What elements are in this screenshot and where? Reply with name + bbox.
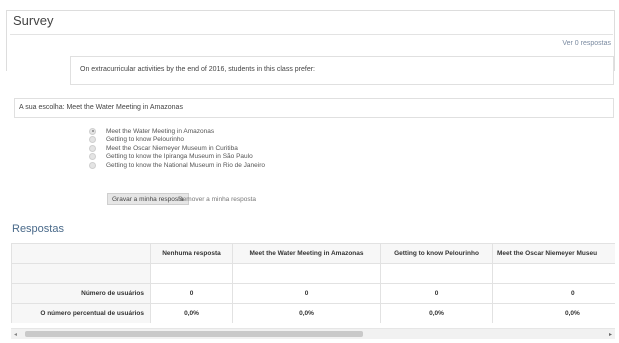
responses-heading: Respostas — [12, 223, 64, 235]
option-label: Getting to know the National Museum in R… — [106, 161, 265, 169]
column-header: Nenhuma resposta — [150, 243, 233, 264]
table-cell: 0,0% — [380, 303, 493, 323]
radio-button[interactable] — [89, 127, 96, 135]
responses-table: Nenhuma resposta Meet the Water Meeting … — [11, 243, 615, 323]
your-choice-text: A sua escolha: Meet the Water Meeting in… — [19, 104, 183, 111]
row-label — [11, 263, 151, 284]
scroll-left-arrow-icon[interactable]: ◂ — [14, 331, 17, 338]
radio-button[interactable] — [89, 153, 96, 161]
table-cell: 0 — [492, 283, 615, 304]
table-row — [11, 263, 615, 284]
table-header-row: Nenhuma resposta Meet the Water Meeting … — [11, 243, 615, 264]
option-label: Meet the Water Meeting in Amazonas — [106, 127, 215, 135]
table-cell: 0,0% — [492, 303, 615, 323]
table-row: O número percentual de usuários 0,0% 0,0… — [11, 303, 615, 323]
table-row: Número de usuários 0 0 0 0 — [11, 283, 615, 304]
table-cell — [150, 263, 233, 284]
remove-response-link[interactable]: Remover a minha resposta — [178, 196, 256, 203]
your-choice-box: A sua escolha: Meet the Water Meeting in… — [14, 98, 614, 118]
column-header: Meet the Water Meeting in Amazonas — [232, 243, 381, 264]
table-cell — [232, 263, 381, 284]
radio-button[interactable] — [89, 144, 96, 152]
question-box: On extracurricular activities by the end… — [70, 56, 614, 85]
option-label: Meet the Oscar Niemeyer Museum in Curiti… — [106, 144, 238, 152]
save-response-button[interactable]: Gravar a minha resposta — [107, 193, 189, 205]
column-header — [11, 243, 151, 264]
row-label: Número de usuários — [11, 283, 151, 304]
table-cell: 0,0% — [232, 303, 381, 323]
table-cell: 0,0% — [150, 303, 233, 323]
table-cell: 0 — [232, 283, 381, 304]
column-header: Meet the Oscar Niemeyer Museu — [492, 243, 615, 264]
answer-options: Meet the Water Meeting in Amazonas Getti… — [89, 127, 265, 170]
option-label: Getting to know the Ipiranga Museum in S… — [106, 153, 253, 161]
column-header: Getting to know Pelourinho — [380, 243, 493, 264]
question-text: On extracurricular activities by the end… — [80, 66, 316, 73]
option-item[interactable]: Meet the Water Meeting in Amazonas — [89, 127, 265, 136]
option-item[interactable]: Getting to know the Ipiranga Museum in S… — [89, 153, 265, 162]
view-responses-link[interactable]: Ver 0 respostas — [562, 40, 611, 47]
table-cell — [492, 263, 615, 284]
horizontal-scrollbar[interactable]: ◂ ▸ — [11, 328, 615, 339]
option-item[interactable]: Meet the Oscar Niemeyer Museum in Curiti… — [89, 144, 265, 153]
table-cell: 0 — [380, 283, 493, 304]
radio-button[interactable] — [89, 136, 96, 144]
option-item[interactable]: Getting to know Pelourinho — [89, 136, 265, 145]
table-cell: 0 — [150, 283, 233, 304]
option-label: Getting to know Pelourinho — [106, 136, 185, 144]
title-divider — [10, 34, 613, 35]
radio-button[interactable] — [89, 161, 96, 169]
page-title: Survey — [13, 13, 54, 28]
option-item[interactable]: Getting to know the National Museum in R… — [89, 161, 265, 170]
scroll-right-arrow-icon[interactable]: ▸ — [609, 331, 612, 338]
responses-table-container: Nenhuma resposta Meet the Water Meeting … — [11, 243, 615, 323]
row-label: O número percentual de usuários — [11, 303, 151, 323]
scrollbar-thumb[interactable] — [25, 331, 363, 337]
table-cell — [380, 263, 493, 284]
